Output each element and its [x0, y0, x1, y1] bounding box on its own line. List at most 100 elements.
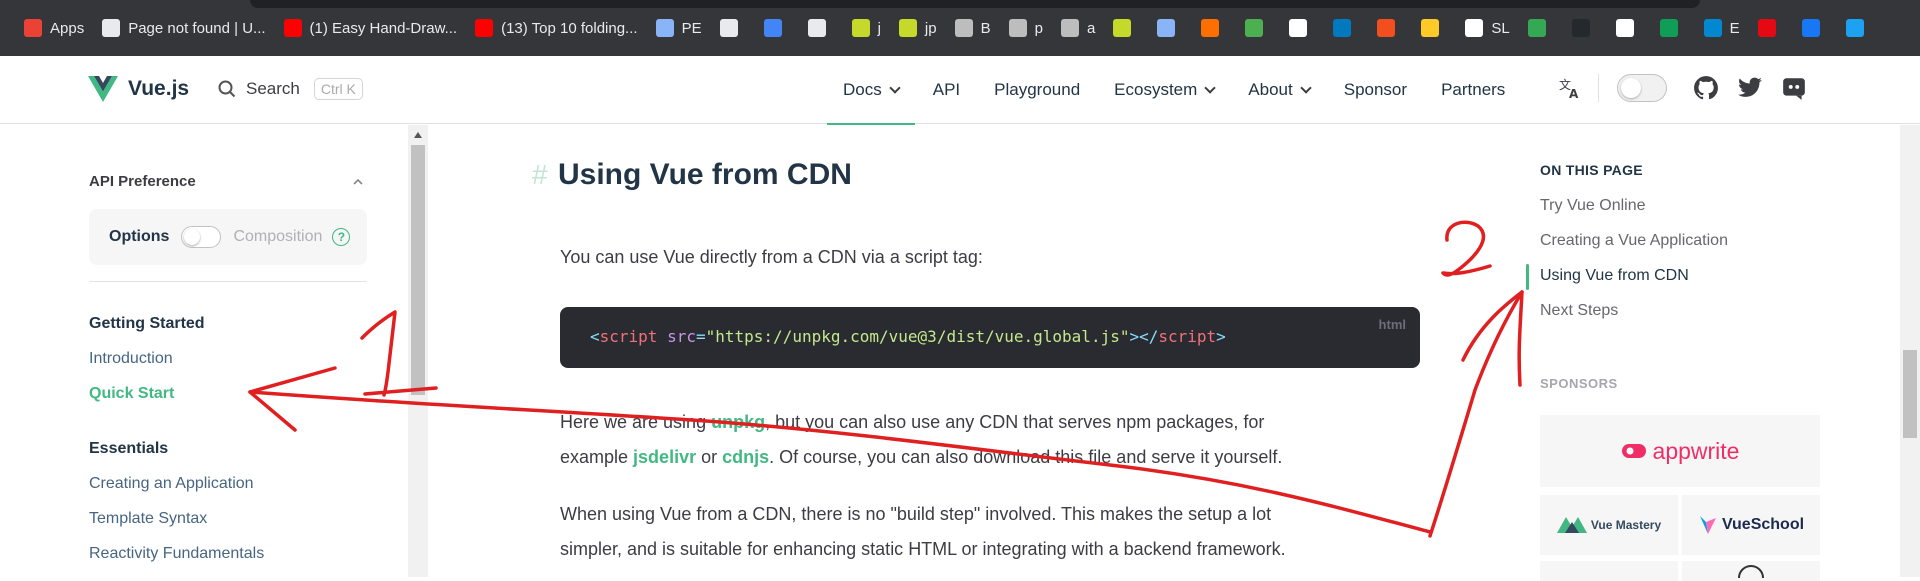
bookmark-item[interactable]	[1571, 19, 1598, 37]
heading-anchor[interactable]: #	[532, 159, 548, 191]
page-scroll-thumb[interactable]	[1903, 350, 1917, 438]
bookmark-item[interactable]	[1377, 19, 1403, 37]
link-cdnjs[interactable]: cdnjs	[722, 447, 769, 467]
bookmark-item[interactable]: B	[954, 19, 991, 37]
sidebar-item-creating-application[interactable]: Creating an Application	[89, 475, 254, 493]
bookmark-item[interactable]: p	[1008, 19, 1043, 37]
api-style-switch[interactable]	[181, 226, 222, 248]
nav-item-api[interactable]: API	[933, 56, 960, 124]
bookmarks-bar: Apps Page not found | U... (1) Easy Hand-D…	[0, 0, 1920, 56]
api-preference-box: Options Composition ?	[89, 209, 367, 265]
chevron-up-icon[interactable]	[352, 177, 364, 187]
bookmark-label: Page not found | U...	[128, 19, 266, 37]
bookmark-item[interactable]	[807, 19, 834, 37]
vue-mastery-logo-icon	[1556, 517, 1587, 533]
sidebar-item-reactivity[interactable]: Reactivity Fundamentals	[89, 545, 264, 563]
page-scrollbar[interactable]	[1900, 125, 1920, 577]
bookmark-item[interactable]: PE	[655, 19, 702, 37]
bookmark-item[interactable]: a	[1060, 19, 1096, 37]
sponsor-vue-school[interactable]: VueSchool	[1682, 495, 1820, 555]
code-token: >	[1216, 327, 1226, 346]
twitter-icon[interactable]	[1737, 75, 1763, 101]
bookmark-item[interactable]	[1801, 19, 1828, 37]
nav-item-about[interactable]: About	[1248, 56, 1312, 124]
bookmark-favicon-icon	[1113, 19, 1132, 37]
bookmark-label: Apps	[50, 19, 85, 37]
vue-logo[interactable]: Vue.js	[88, 76, 189, 102]
bookmark-favicon-icon	[1571, 19, 1590, 37]
bookmark-favicon-icon	[1801, 19, 1820, 37]
bookmark-item[interactable]: Page not found | U...	[102, 19, 266, 37]
bookmark-item[interactable]	[1757, 19, 1784, 37]
bookmark-favicon-icon	[283, 19, 302, 37]
bookmark-item[interactable]	[1659, 19, 1686, 37]
bookmark-item[interactable]	[763, 19, 790, 37]
bookmark-item[interactable]	[1615, 19, 1642, 37]
bookmark-favicon-icon	[719, 19, 738, 37]
github-icon[interactable]	[1693, 75, 1719, 101]
toc-item-try-vue-online[interactable]: Try Vue Online	[1540, 197, 1646, 215]
nav-tools: 文 A	[1558, 74, 1807, 102]
bookmark-favicon-icon	[851, 19, 870, 37]
bookmark-item[interactable]	[1421, 19, 1447, 37]
bookmark-item[interactable]	[1157, 19, 1183, 37]
code-token: <	[590, 327, 600, 346]
toc-item-creating-app[interactable]: Creating a Vue Application	[1540, 232, 1728, 250]
sidebar-scroll-thumb[interactable]	[411, 145, 425, 395]
sidebar-item-quick-start[interactable]: Quick Start	[89, 385, 174, 403]
bookmark-item[interactable]	[1201, 19, 1227, 37]
nav-item-docs[interactable]: Docs	[827, 56, 915, 125]
sponsors-title: SPONSORS	[1540, 376, 1618, 391]
bookmark-item[interactable]	[719, 19, 746, 37]
bookmark-item[interactable]	[1113, 19, 1139, 37]
bookmark-item[interactable]: jp	[898, 19, 937, 37]
link-jsdelivr[interactable]: jsdelivr	[633, 447, 696, 467]
bookmark-item[interactable]	[1333, 19, 1359, 37]
composition-label[interactable]: Composition	[233, 228, 322, 246]
bookmark-favicon-icon	[1289, 19, 1308, 37]
bookmark-label: a	[1086, 19, 1096, 37]
bookmark-label: B	[980, 19, 991, 37]
bookmark-item[interactable]: j	[851, 19, 881, 37]
toc-item-next-steps[interactable]: Next Steps	[1540, 302, 1618, 320]
toc-item-using-cdn[interactable]: Using Vue from CDN	[1540, 267, 1689, 285]
bookmark-item[interactable]: (13) Top 10 folding...	[475, 19, 638, 37]
vue-school-logo-icon	[1699, 516, 1716, 534]
bookmark-favicon-icon	[1615, 19, 1634, 37]
nav-item-sponsor[interactable]: Sponsor	[1344, 56, 1407, 124]
theme-toggle[interactable]	[1617, 74, 1667, 102]
bookmark-item[interactable]: Apps	[24, 19, 84, 37]
bookmark-item[interactable]	[1289, 19, 1315, 37]
bookmark-label: (13) Top 10 folding...	[501, 19, 638, 37]
bookmark-item[interactable]	[1527, 19, 1554, 37]
sponsor-appwrite[interactable]: appwrite	[1540, 415, 1820, 487]
bookmark-favicon-icon	[1333, 19, 1352, 37]
translate-icon[interactable]: 文 A	[1558, 77, 1580, 99]
sponsor-slot[interactable]	[1540, 561, 1678, 581]
sidebar-item-template-syntax[interactable]: Template Syntax	[89, 510, 207, 528]
nav-item-partners[interactable]: Partners	[1441, 56, 1505, 124]
nav-item-label: Partners	[1441, 80, 1506, 99]
search-button[interactable]: Search Ctrl K	[218, 78, 363, 100]
search-label: Search	[246, 79, 300, 98]
nav-item-label: Playground	[994, 80, 1081, 99]
sidebar-item-introduction[interactable]: Introduction	[89, 350, 173, 368]
nav-item-playground[interactable]: Playground	[994, 56, 1080, 124]
bookmark-item[interactable]	[1245, 19, 1271, 37]
scroll-up-arrow-icon[interactable]	[413, 131, 423, 139]
sidebar-scrollbar[interactable]	[408, 125, 428, 577]
sponsor-vue-mastery[interactable]: Vue Mastery	[1540, 495, 1678, 555]
bookmark-item[interactable]: E	[1703, 19, 1740, 37]
bookmark-favicon-icon	[102, 19, 121, 37]
sponsor-slot[interactable]	[1682, 561, 1820, 581]
bookmark-item[interactable]: (1) Easy Hand-Draw...	[283, 19, 457, 37]
discord-icon[interactable]	[1781, 75, 1807, 101]
apps-grid-icon	[24, 19, 42, 37]
help-icon[interactable]: ?	[332, 228, 351, 246]
link-unpkg[interactable]: unpkg	[711, 412, 765, 432]
bookmark-item[interactable]: SL	[1465, 19, 1510, 37]
sponsor-vue-mastery-label: Vue Mastery	[1590, 518, 1662, 532]
options-label[interactable]: Options	[109, 228, 169, 246]
bookmark-item[interactable]	[1845, 19, 1872, 37]
nav-item-ecosystem[interactable]: Ecosystem	[1114, 56, 1216, 124]
